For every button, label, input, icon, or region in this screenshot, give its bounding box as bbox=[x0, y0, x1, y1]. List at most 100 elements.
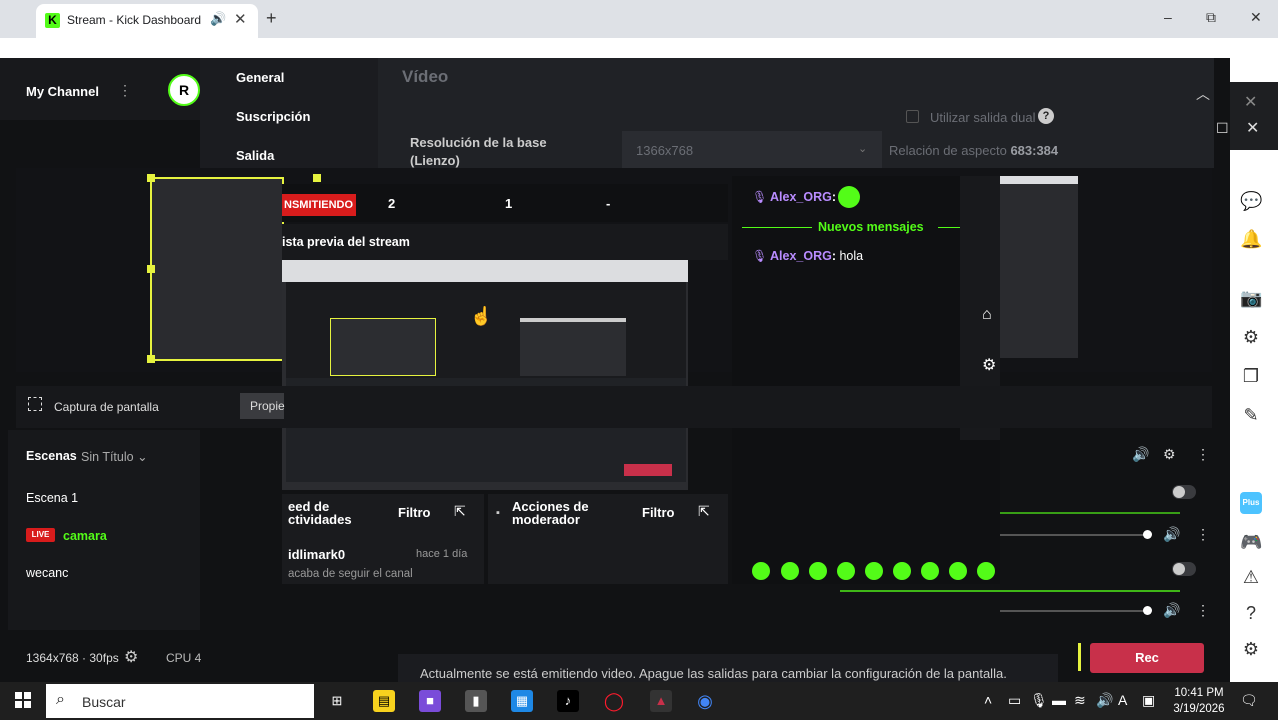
window-close-button[interactable]: ✕ bbox=[1250, 9, 1262, 26]
network-icon[interactable]: ▬ bbox=[1052, 692, 1066, 708]
chat-bubble-icon[interactable]: 💬 bbox=[1240, 190, 1262, 212]
more-options-icon[interactable]: ⋮ bbox=[1196, 602, 1210, 619]
bell-icon[interactable]: 🔔 bbox=[1240, 228, 1262, 250]
speaker-icon[interactable]: 🔊 bbox=[210, 11, 226, 27]
resize-handle[interactable] bbox=[313, 174, 321, 182]
tab-close-icon[interactable]: ✕ bbox=[234, 10, 247, 28]
tab-title: Stream - Kick Dashboard bbox=[67, 13, 202, 27]
rec-button[interactable]: Rec bbox=[1090, 643, 1204, 673]
resize-handle[interactable] bbox=[147, 174, 155, 182]
scene-item[interactable]: wecanc bbox=[26, 566, 68, 580]
gear-icon[interactable]: ⚙ bbox=[1163, 446, 1176, 463]
emote-icon bbox=[838, 186, 860, 208]
help-icon[interactable]: ? bbox=[1240, 602, 1262, 624]
speaker-icon[interactable]: 🔊 bbox=[1163, 526, 1180, 543]
more-options-icon[interactable]: ⋮ bbox=[118, 82, 132, 99]
volume-slider[interactable] bbox=[1000, 534, 1150, 536]
channel-name[interactable]: My Channel bbox=[26, 84, 99, 99]
volume-slider-knob[interactable] bbox=[1143, 606, 1152, 615]
app-icon[interactable]: ▲ bbox=[650, 690, 672, 712]
app-tray-icon[interactable]: ▣ bbox=[1142, 692, 1155, 709]
audio-toggle[interactable] bbox=[1172, 485, 1196, 499]
capture-icon[interactable]: ⚙ bbox=[1240, 326, 1262, 348]
chat-username[interactable]: Alex_ORG bbox=[770, 190, 832, 204]
close-icon[interactable]: ✕ bbox=[1246, 118, 1259, 138]
divider bbox=[938, 227, 960, 228]
browser-tab[interactable]: K Stream - Kick Dashboard 🔊 ✕ bbox=[36, 4, 258, 38]
moderator-actions-title: Acciones de moderador bbox=[512, 500, 589, 526]
windows-start-icon[interactable] bbox=[15, 692, 31, 708]
sticky-notes-icon[interactable]: ▤ bbox=[373, 690, 395, 712]
input-language-icon[interactable]: A bbox=[1118, 692, 1127, 708]
base-resolution-select[interactable]: 1366x768 bbox=[622, 131, 882, 169]
source-name: Captura de pantalla bbox=[54, 400, 159, 414]
dual-output-checkbox[interactable] bbox=[906, 110, 919, 123]
divider bbox=[742, 227, 812, 228]
office-icon[interactable]: ■ bbox=[419, 690, 441, 712]
emote-icon[interactable] bbox=[781, 562, 799, 580]
help-icon[interactable]: ? bbox=[1038, 108, 1054, 124]
tiktok-icon[interactable]: ♪ bbox=[557, 690, 579, 712]
avatar[interactable]: R bbox=[168, 74, 200, 106]
properties-button[interactable]: Propie bbox=[240, 393, 285, 419]
close-icon[interactable]: ✕ bbox=[1244, 92, 1257, 112]
gear-icon[interactable]: ⚙ bbox=[982, 355, 996, 375]
emote-icon[interactable] bbox=[752, 562, 770, 580]
clock[interactable]: 10:41 PM 3/19/2026 bbox=[1170, 685, 1228, 717]
wifi-icon[interactable]: ≋ bbox=[1074, 692, 1086, 709]
chevron-up-icon[interactable]: ︿ bbox=[1196, 84, 1210, 104]
settings-nav-output[interactable]: Salida bbox=[236, 148, 274, 163]
emote-icon[interactable] bbox=[921, 562, 939, 580]
settings-nav-subscription[interactable]: Suscripción bbox=[236, 109, 310, 124]
speaker-icon[interactable]: 🔊 bbox=[1132, 446, 1149, 463]
alert-icon[interactable]: ⚠ bbox=[1240, 566, 1262, 588]
emote-icon[interactable] bbox=[865, 562, 883, 580]
resize-handle[interactable] bbox=[147, 355, 155, 363]
gamepad-icon[interactable]: 🎮 bbox=[1240, 531, 1262, 553]
settings-nav-general[interactable]: General bbox=[236, 70, 284, 85]
chevron-up-icon[interactable]: ˄ bbox=[984, 692, 992, 708]
gear-icon[interactable]: ⚙ bbox=[1240, 638, 1262, 660]
speaker-icon[interactable]: 🔊 bbox=[1163, 602, 1180, 619]
new-tab-button[interactable]: + bbox=[266, 8, 277, 29]
chat-text: hola bbox=[839, 249, 864, 263]
feed-filter-button[interactable]: Filtro bbox=[398, 505, 431, 520]
emote-icon[interactable] bbox=[837, 562, 855, 580]
more-options-icon[interactable]: ⋮ bbox=[1196, 446, 1210, 463]
emote-icon[interactable] bbox=[977, 562, 995, 580]
minimize-button[interactable]: – bbox=[1164, 9, 1172, 25]
home-icon[interactable]: ⌂ bbox=[982, 306, 992, 324]
restore-button[interactable]: ⧉ bbox=[1206, 9, 1216, 26]
task-view-icon[interactable]: ⊞ bbox=[326, 690, 348, 712]
chat-username[interactable]: Alex_ORG bbox=[770, 249, 832, 263]
popout-icon[interactable]: ⇱ bbox=[698, 503, 710, 520]
nested-capture-left bbox=[330, 318, 436, 376]
scene-collection-dropdown[interactable]: Sin Título ⌄ bbox=[81, 449, 148, 464]
volume-slider[interactable] bbox=[1000, 610, 1150, 612]
volume-icon[interactable]: 🔊 bbox=[1096, 692, 1113, 709]
camera-icon[interactable]: 📷 bbox=[1240, 287, 1262, 309]
feed-username[interactable]: idlimark0 bbox=[288, 547, 345, 562]
resize-handle[interactable] bbox=[147, 265, 155, 273]
notifications-icon[interactable]: 🗨 bbox=[1240, 692, 1258, 709]
draw-icon[interactable]: ✎ bbox=[1240, 404, 1262, 426]
more-options-icon[interactable]: ⋮ bbox=[1196, 526, 1210, 543]
app-icon[interactable]: ▮ bbox=[465, 690, 487, 712]
maximize-icon[interactable]: ☐ bbox=[1216, 120, 1229, 137]
layers-icon[interactable]: ❐ bbox=[1240, 365, 1262, 387]
store-icon[interactable]: ▦ bbox=[511, 690, 533, 712]
plus-icon[interactable]: Plus bbox=[1240, 492, 1262, 514]
moderator-filter-button[interactable]: Filtro bbox=[642, 505, 675, 520]
volume-slider-knob[interactable] bbox=[1143, 530, 1152, 539]
popout-icon[interactable]: ⇱ bbox=[454, 503, 466, 520]
gear-icon[interactable]: ⚙ bbox=[124, 647, 138, 667]
scene-item-active[interactable]: camara bbox=[63, 529, 107, 543]
emote-icon[interactable] bbox=[949, 562, 967, 580]
audio-toggle[interactable] bbox=[1172, 562, 1196, 576]
emote-icon[interactable] bbox=[809, 562, 827, 580]
screen-capture-source[interactable] bbox=[147, 174, 321, 363]
opera-icon[interactable]: ◯ bbox=[603, 690, 625, 712]
chrome-icon[interactable]: ◉ bbox=[694, 690, 716, 712]
scene-item[interactable]: Escena 1 bbox=[26, 491, 78, 505]
emote-icon[interactable] bbox=[893, 562, 911, 580]
